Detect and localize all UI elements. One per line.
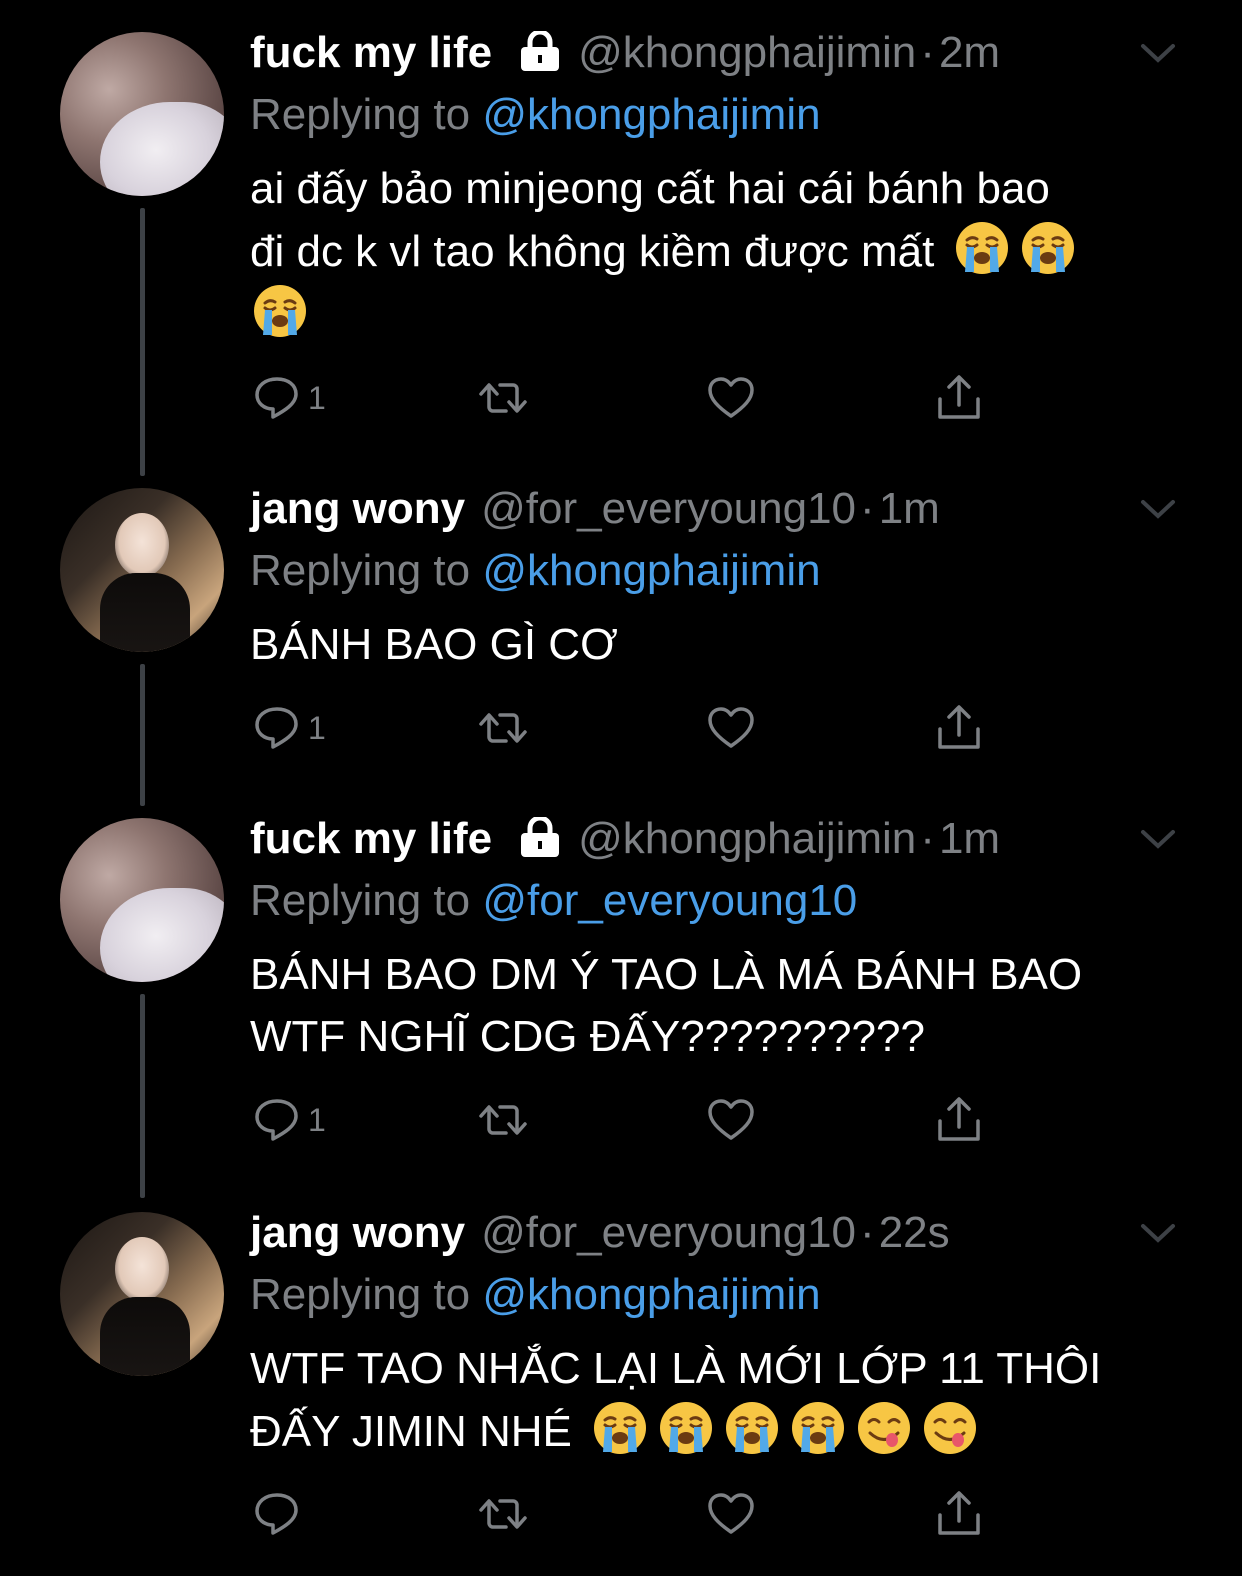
avatar[interactable] [60,488,224,652]
tweet-text: WTF TAO NHẮC LẠI LÀ MỚI LỚP 11 THÔI ĐẤY … [250,1344,1102,1456]
display-name[interactable]: fuck my life [250,22,492,84]
share-button[interactable] [934,1484,984,1544]
replying-to: Replying to @khongphaijimin [250,546,821,595]
reply-button[interactable] [252,1484,308,1544]
heart-icon [708,377,754,418]
tweet-thread: fuck my life @khongphaijimin · 2m Replyi… [0,0,1242,1576]
timestamp[interactable]: 1m [939,808,1000,870]
reply-count: 1 [308,709,326,746]
chevron-down-icon[interactable] [1140,1222,1176,1244]
timestamp[interactable]: 2m [939,22,1000,84]
user-handle[interactable]: @for_everyoung10 [481,478,856,540]
user-handle[interactable]: @for_everyoung10 [481,1202,856,1264]
retweet-button[interactable] [478,368,528,428]
share-button[interactable] [934,698,984,758]
retweet-icon [479,1105,527,1135]
reply-icon [255,1099,298,1141]
mention-link[interactable]: @khongphaijimin [482,1270,820,1319]
tweet-text: BÁNH BAO GÌ CƠ [250,620,618,669]
replying-to: Replying to @khongphaijimin [250,90,821,139]
share-button[interactable] [934,368,984,428]
retweet-button[interactable] [478,1090,528,1150]
user-handle[interactable]: @khongphaijimin [578,22,916,84]
timestamp[interactable]: 22s [879,1202,950,1264]
reply-button[interactable]: 1 [252,368,326,428]
share-icon [938,705,980,749]
loudly-crying-face-icon [790,1400,846,1456]
heart-icon [708,707,754,748]
display-name[interactable]: jang wony [250,478,465,540]
mention-link[interactable]: @khongphaijimin [482,90,820,139]
retweet-icon [479,713,527,743]
reply-icon [255,707,298,749]
share-icon [938,375,980,419]
loudly-crying-face-icon [592,1400,648,1456]
tweet[interactable]: jang wony @for_everyoung10 · 1m Replying… [0,470,1242,800]
like-button[interactable] [706,1484,756,1544]
face-savoring-food-icon [922,1400,978,1456]
loudly-crying-face-icon [658,1400,714,1456]
tweet[interactable]: fuck my life @khongphaijimin · 1m Replyi… [0,800,1242,1200]
like-button[interactable] [706,368,756,428]
tweet-actions: 1 [250,368,1010,428]
loudly-crying-face-icon [724,1400,780,1456]
retweet-icon [479,383,527,413]
chevron-down-icon[interactable] [1140,828,1176,850]
reply-button[interactable]: 1 [252,698,326,758]
heart-icon [708,1493,754,1534]
share-button[interactable] [934,1090,984,1150]
timestamp[interactable]: 1m [879,478,940,540]
display-name[interactable]: fuck my life [250,808,492,870]
avatar[interactable] [60,32,224,196]
retweet-button[interactable] [478,1484,528,1544]
separator: · [920,814,935,863]
like-button[interactable] [706,698,756,758]
avatar[interactable] [60,818,224,982]
replying-to: Replying to @for_everyoung10 [250,876,858,925]
replying-to: Replying to @khongphaijimin [250,1270,821,1319]
separator: · [860,1208,875,1257]
tweet[interactable]: fuck my life @khongphaijimin · 2m Replyi… [0,0,1242,470]
separator: · [920,28,935,77]
separator: · [860,484,875,533]
tweet-actions: 1 [250,1090,1010,1150]
mention-link[interactable]: @for_everyoung10 [482,876,857,925]
face-savoring-food-icon [856,1400,912,1456]
reply-count: 1 [308,1101,326,1138]
tweet-actions [250,1484,1010,1544]
retweet-icon [479,1499,527,1529]
reply-button[interactable]: 1 [252,1090,326,1150]
tweet-text: BÁNH BAO DM Ý TAO LÀ MÁ BÁNH BAO WTF NGH… [250,950,1083,1061]
display-name[interactable]: jang wony [250,1202,465,1264]
share-icon [938,1491,980,1535]
mention-link[interactable]: @khongphaijimin [482,546,820,595]
tweet[interactable]: jang wony @for_everyoung10 · 22s Replyin… [0,1200,1242,1576]
reply-icon [255,377,298,419]
chevron-down-icon[interactable] [1140,498,1176,520]
loudly-crying-face-icon [1020,220,1076,276]
tweet-actions: 1 [250,698,1010,758]
tweet-text: ai đấy bảo minjeong cất hai cái bánh bao… [250,158,1182,346]
chevron-down-icon[interactable] [1140,42,1176,64]
reply-icon [255,1493,298,1535]
lock-icon [521,31,560,71]
user-handle[interactable]: @khongphaijimin [578,808,916,870]
loudly-crying-face-icon [954,220,1010,276]
heart-icon [708,1099,754,1140]
reply-count: 1 [308,379,326,416]
avatar[interactable] [60,1212,224,1376]
share-icon [938,1097,980,1141]
lock-icon [521,817,560,857]
loudly-crying-face-icon [252,283,308,339]
like-button[interactable] [706,1090,756,1150]
retweet-button[interactable] [478,698,528,758]
